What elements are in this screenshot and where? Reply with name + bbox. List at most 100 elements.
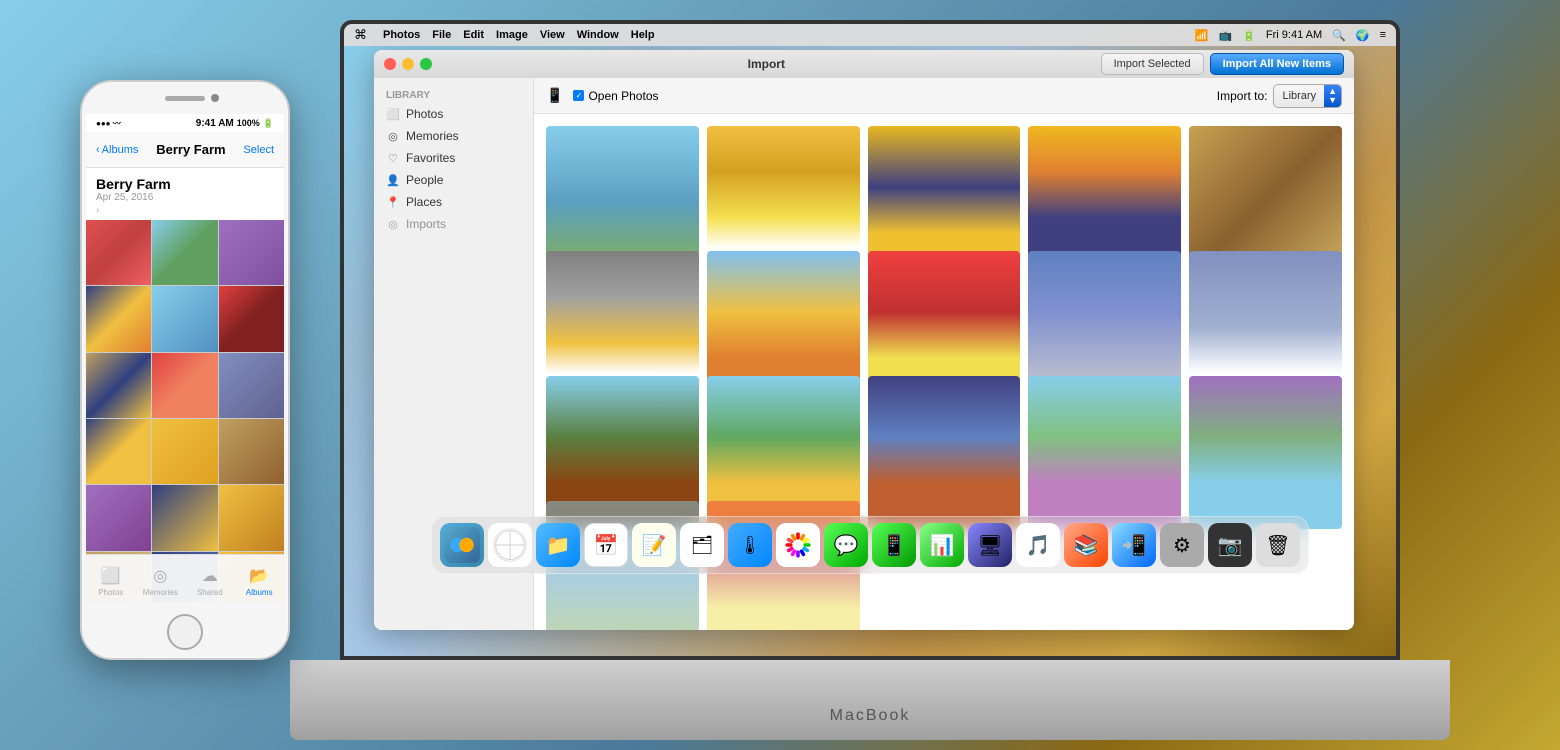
- iphone-photo-13[interactable]: [86, 485, 151, 550]
- iphone-photo-12[interactable]: [219, 419, 284, 484]
- sidebar-item-favorites[interactable]: ♡ Favorites: [374, 147, 533, 169]
- sidebar-label-people: People: [406, 173, 443, 187]
- open-photos-checkbox-group: ✓ Open Photos: [573, 89, 658, 103]
- sidebar-item-photos[interactable]: ⬜ Photos: [374, 103, 533, 125]
- iphone-select-button[interactable]: Select: [243, 144, 274, 156]
- back-chevron-icon: ‹: [96, 144, 100, 156]
- import-all-button[interactable]: Import All New Items: [1210, 53, 1344, 75]
- import-to-group: Import to: Library ▲▼: [1217, 84, 1342, 108]
- iphone-photo-4[interactable]: [86, 286, 151, 351]
- dock-reminders[interactable]: 🗂: [680, 523, 724, 567]
- dock-photos[interactable]: [776, 523, 820, 567]
- menubar-edit[interactable]: Edit: [463, 29, 484, 41]
- iphone-photo-9[interactable]: [219, 353, 284, 418]
- iphone-tab-shared[interactable]: ☁ Shared: [185, 560, 235, 597]
- list-icon[interactable]: ≡: [1380, 29, 1386, 41]
- globe-icon[interactable]: 🌍: [1356, 29, 1370, 42]
- iphone-album-title: Berry Farm: [96, 176, 274, 192]
- menubar-right: 📶 📺 🔋 Fri 9:41 AM 🔍 🌍 ≡: [1195, 29, 1386, 42]
- iphone-tab-memories[interactable]: ◎ Memories: [136, 560, 186, 597]
- import-destination-dropdown[interactable]: Library ▲▼: [1273, 84, 1342, 108]
- sidebar-item-imports[interactable]: ◎ Imports: [374, 213, 533, 235]
- iphone-camera: [211, 94, 219, 102]
- dock-temperature[interactable]: 🌡: [728, 523, 772, 567]
- dock-ibooks[interactable]: 📚: [1064, 523, 1108, 567]
- sidebar-item-people[interactable]: 👤 People: [374, 169, 533, 191]
- close-button[interactable]: [384, 58, 396, 70]
- iphone-home-button[interactable]: [167, 614, 203, 650]
- dock-settings[interactable]: ⚙: [1160, 523, 1204, 567]
- import-selected-button[interactable]: Import Selected: [1101, 53, 1204, 75]
- person-icon: 👤: [386, 173, 400, 187]
- dock-trash[interactable]: 🗑: [1256, 523, 1300, 567]
- dock-appstore[interactable]: 📲: [1112, 523, 1156, 567]
- iphone-photo-5[interactable]: [152, 286, 217, 351]
- menubar-window[interactable]: Window: [577, 29, 619, 41]
- iphone-photo-11[interactable]: [152, 419, 217, 484]
- shared-tab-label: Shared: [197, 588, 223, 597]
- places-icon: 📍: [386, 195, 400, 209]
- iphone-statusbar: ●●● 〰 9:41 AM 100% 🔋: [86, 114, 284, 132]
- apple-menu[interactable]: ⌘: [354, 27, 367, 43]
- macbook-screen: ⌘ Photos File Edit Image View Window Hel…: [340, 20, 1400, 660]
- memories-icon: ◎: [386, 129, 400, 143]
- photos-tab-icon: ⬜: [101, 566, 121, 586]
- import-destination-value: Library: [1274, 87, 1324, 105]
- menubar-app-name[interactable]: Photos: [383, 29, 420, 41]
- open-photos-label: Open Photos: [588, 89, 658, 103]
- iphone-photo-7[interactable]: [86, 353, 151, 418]
- dock-notes[interactable]: 📝: [632, 523, 676, 567]
- maximize-button[interactable]: [420, 58, 432, 70]
- iphone-back-button[interactable]: ‹ Albums: [96, 144, 138, 156]
- shared-tab-icon: ☁: [202, 566, 218, 586]
- iphone-tab-albums[interactable]: 📂 Albums: [235, 560, 285, 597]
- dropdown-arrows-icon: ▲▼: [1324, 85, 1341, 107]
- iphone-photo-8[interactable]: [152, 353, 217, 418]
- iphone-battery: 100%: [237, 118, 260, 128]
- photos-tab-label: Photos: [98, 588, 123, 597]
- photos-icon: ⬜: [386, 107, 400, 121]
- iphone-tab-photos[interactable]: ⬜ Photos: [86, 560, 136, 597]
- dock-facetime[interactable]: 📱: [872, 523, 916, 567]
- dock-numbers[interactable]: 📊: [920, 523, 964, 567]
- minimize-button[interactable]: [402, 58, 414, 70]
- iphone-photo-6[interactable]: [219, 286, 284, 351]
- dock-itunes[interactable]: 🎵: [1016, 523, 1060, 567]
- dock-calendar[interactable]: 📅: [584, 523, 628, 567]
- iphone-time: 9:41 AM: [196, 118, 234, 129]
- macbook: ⌘ Photos File Edit Image View Window Hel…: [290, 20, 1450, 740]
- sidebar-label-memories: Memories: [406, 129, 459, 143]
- dock-camera[interactable]: 📷: [1208, 523, 1252, 567]
- dock-keynote[interactable]: 🖥: [968, 523, 1012, 567]
- menubar: ⌘ Photos File Edit Image View Window Hel…: [344, 24, 1396, 46]
- open-photos-checkbox[interactable]: ✓: [573, 90, 584, 101]
- search-icon[interactable]: 🔍: [1332, 29, 1346, 42]
- iphone-photo-1[interactable]: [86, 220, 151, 285]
- dock-files[interactable]: 📁: [536, 523, 580, 567]
- macbook-label: MacBook: [830, 707, 911, 725]
- sidebar-item-memories[interactable]: ◎ Memories: [374, 125, 533, 147]
- wifi-icon: 📶: [1195, 29, 1209, 42]
- iphone-photo-15[interactable]: [219, 485, 284, 550]
- dock-finder[interactable]: [440, 523, 484, 567]
- dock: 📁 📅 📝 🗂 🌡 💬 📱 📊 🖥 🎵 📚 📲 ⚙ 📷 🗑: [431, 516, 1309, 574]
- iphone-photo-10[interactable]: [86, 419, 151, 484]
- import-toolbar: 📱 ✓ Open Photos Import to: Library ▲▼: [534, 78, 1354, 114]
- menubar-image[interactable]: Image: [496, 29, 528, 41]
- albums-tab-icon: 📂: [249, 566, 269, 586]
- iphone-photo-2[interactable]: [152, 220, 217, 285]
- iphone-photo-14[interactable]: [152, 485, 217, 550]
- sidebar-item-places[interactable]: 📍 Places: [374, 191, 533, 213]
- battery-icon: 🔋: [1242, 29, 1256, 42]
- menubar-view[interactable]: View: [540, 29, 565, 41]
- iphone-photo-3[interactable]: [219, 220, 284, 285]
- imports-icon: ◎: [386, 217, 400, 231]
- photo-thumb-15[interactable]: [1189, 376, 1342, 529]
- iphone-signal: ●●● 〰: [96, 118, 121, 129]
- menubar-file[interactable]: File: [432, 29, 451, 41]
- dock-safari[interactable]: [488, 523, 532, 567]
- photo-thumb-14[interactable]: [1028, 376, 1181, 529]
- photo-thumb-13[interactable]: [868, 376, 1021, 529]
- menubar-help[interactable]: Help: [631, 29, 655, 41]
- dock-messages[interactable]: 💬: [824, 523, 868, 567]
